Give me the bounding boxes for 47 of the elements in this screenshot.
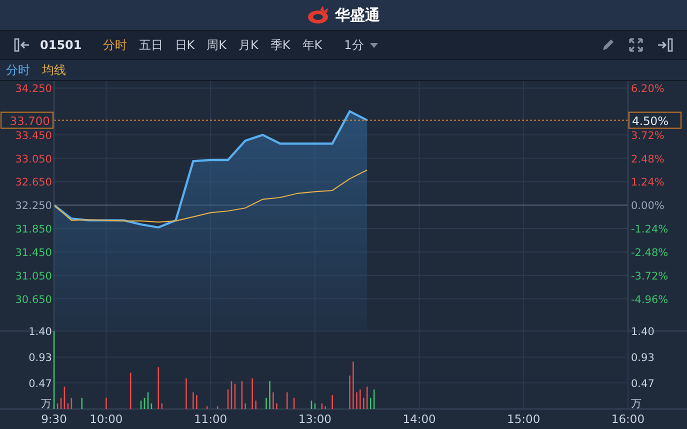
price-axis-label: 31.850 — [15, 224, 52, 236]
chart-tab[interactable]: 五日 — [134, 34, 168, 56]
price-axis-label: 33.050 — [15, 153, 52, 166]
chart-tab[interactable]: 日K — [170, 34, 200, 56]
price-axis-label: 33.450 — [15, 130, 52, 142]
chart-tab[interactable]: 季K — [265, 34, 296, 56]
interval-dropdown[interactable]: 1分 — [339, 34, 383, 56]
volume-axis-label: 1.40 — [631, 326, 654, 338]
percent-axis-label: -4.96% — [631, 294, 668, 306]
time-axis-label: 16:00 — [611, 412, 645, 426]
percent-axis-label: -2.48% — [631, 246, 668, 259]
stock-code: 01501 — [40, 38, 82, 52]
volume-axis-label: 0.93 — [28, 352, 52, 364]
time-axis-label: 13:00 — [298, 412, 332, 426]
price-axis-label: 32.250 — [15, 200, 52, 212]
chart-tab[interactable]: 分时 — [98, 34, 132, 56]
percent-axis-label: 0.00% — [631, 200, 664, 212]
current-price-tag: 33.700 — [0, 112, 54, 129]
chart-tab[interactable]: 周K — [202, 34, 232, 56]
time-axis-label: 15:00 — [507, 412, 540, 426]
chart-tab[interactable]: 年K — [297, 34, 328, 56]
time-axis-label: 14:00 — [402, 412, 436, 426]
percent-axis-label: 2.48% — [631, 153, 664, 166]
time-axis-label: 11:00 — [194, 412, 228, 426]
percent-axis-label: -3.72% — [631, 270, 668, 282]
volume-unit-label: 万 — [631, 398, 642, 410]
percent-axis-label: 1.24% — [631, 176, 664, 189]
price-axis-label: 34.250 — [15, 83, 52, 96]
current-percent-tag: 4.50% — [628, 112, 682, 129]
percent-axis-label: -1.24% — [631, 224, 668, 236]
price-axis-label: 30.650 — [15, 294, 52, 306]
chart-tab[interactable]: 月K — [234, 34, 264, 56]
app-title: 华盛通 — [335, 6, 380, 24]
percent-axis-label: 6.20% — [631, 83, 664, 96]
time-axis-label: 9:30 — [41, 412, 67, 426]
volume-axis-label: 0.47 — [28, 378, 52, 390]
volume-axis-label: 1.40 — [28, 326, 52, 338]
price-axis-label: 32.650 — [15, 176, 52, 189]
legend-label: 分时 — [6, 62, 30, 78]
time-axis-label: 10:00 — [90, 412, 123, 426]
legend-label: 均线 — [42, 62, 66, 78]
volume-unit-label: 万 — [41, 398, 52, 410]
price-axis-label: 31.050 — [15, 270, 52, 282]
percent-axis-label: 3.72% — [631, 130, 664, 142]
price-axis-label: 31.450 — [15, 246, 52, 259]
volume-axis-label: 0.47 — [631, 378, 654, 390]
volume-axis-label: 0.93 — [631, 352, 654, 364]
